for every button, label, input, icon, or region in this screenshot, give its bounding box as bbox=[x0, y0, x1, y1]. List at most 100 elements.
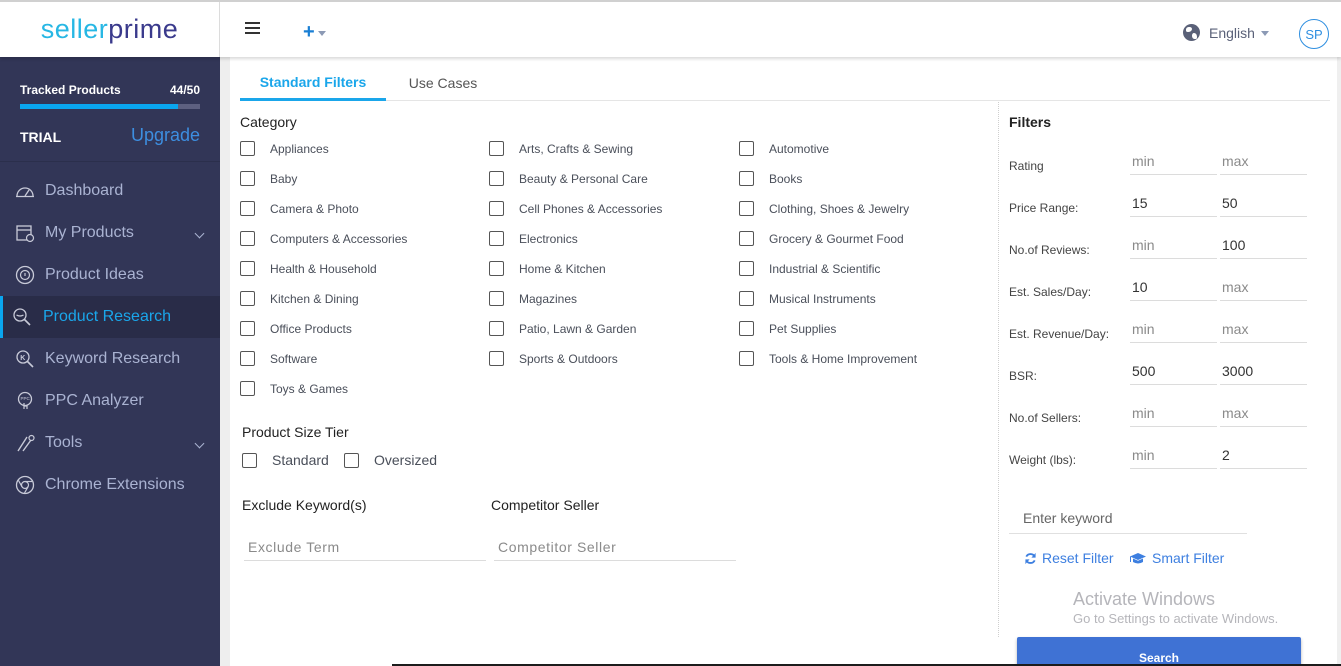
filter-min-input[interactable] bbox=[1130, 357, 1217, 385]
category-checkbox-item[interactable]: Tools & Home Improvement bbox=[739, 351, 917, 366]
filter-max-input[interactable] bbox=[1220, 147, 1307, 175]
sidebar-item-dashboard[interactable]: Dashboard bbox=[0, 170, 220, 212]
category-checkbox-item[interactable]: Pet Supplies bbox=[739, 321, 836, 336]
category-checkbox-item[interactable]: Industrial & Scientific bbox=[739, 261, 880, 276]
checkbox[interactable] bbox=[240, 321, 255, 336]
scrollbar[interactable] bbox=[1337, 57, 1341, 666]
filter-min-input[interactable] bbox=[1130, 189, 1217, 217]
tab-standard-filters[interactable]: Standard Filters bbox=[240, 65, 386, 101]
speedometer-icon bbox=[15, 181, 35, 201]
reset-filter-button[interactable]: Reset Filter bbox=[1024, 550, 1114, 566]
category-checkbox-item[interactable]: Clothing, Shoes & Jewelry bbox=[739, 201, 909, 216]
checkbox[interactable] bbox=[344, 452, 359, 468]
checkbox[interactable] bbox=[240, 141, 255, 156]
checkbox[interactable] bbox=[739, 291, 754, 306]
checkbox[interactable] bbox=[739, 351, 754, 366]
size-tier-oversized[interactable]: Oversized bbox=[344, 452, 437, 468]
checkbox[interactable] bbox=[739, 141, 754, 156]
checkbox[interactable] bbox=[739, 201, 754, 216]
sidebar-item-label: My Products bbox=[45, 224, 134, 241]
checkbox[interactable] bbox=[489, 171, 504, 186]
category-checkbox-item[interactable]: Electronics bbox=[489, 231, 578, 246]
category-checkbox-item[interactable]: Appliances bbox=[240, 141, 329, 156]
tab-use-cases[interactable]: Use Cases bbox=[400, 65, 486, 101]
checkbox[interactable] bbox=[240, 291, 255, 306]
checkbox[interactable] bbox=[240, 381, 255, 396]
category-checkbox-item[interactable]: Patio, Lawn & Garden bbox=[489, 321, 636, 336]
filter-max-input[interactable] bbox=[1220, 189, 1307, 217]
category-checkbox-item[interactable]: Sports & Outdoors bbox=[489, 351, 618, 366]
filter-max-input[interactable] bbox=[1220, 357, 1307, 385]
filter-max-input[interactable] bbox=[1220, 441, 1307, 469]
category-checkbox-item[interactable]: Musical Instruments bbox=[739, 291, 876, 306]
language-selector[interactable]: English bbox=[1183, 24, 1269, 41]
checkbox[interactable] bbox=[240, 351, 255, 366]
sidebar: Tracked Products 44/50 TRIAL Upgrade Das… bbox=[0, 57, 220, 666]
hamburger-icon[interactable] bbox=[245, 22, 260, 34]
competitor-seller-input[interactable] bbox=[494, 533, 736, 561]
category-checkbox-item[interactable]: Office Products bbox=[240, 321, 352, 336]
add-menu-button[interactable]: + bbox=[303, 22, 326, 42]
filter-max-input[interactable] bbox=[1220, 273, 1307, 301]
checkbox-label: Patio, Lawn & Garden bbox=[519, 321, 637, 336]
category-checkbox-item[interactable]: Arts, Crafts & Sewing bbox=[489, 141, 633, 156]
filter-label: Price Range: bbox=[1009, 201, 1079, 215]
filter-min-input[interactable] bbox=[1130, 273, 1217, 301]
checkbox[interactable] bbox=[489, 201, 504, 216]
filter-min-input[interactable] bbox=[1130, 441, 1217, 469]
checkbox[interactable] bbox=[489, 351, 504, 366]
sidebar-item-my-products[interactable]: My Products bbox=[0, 212, 220, 254]
category-checkbox-item[interactable]: Home & Kitchen bbox=[489, 261, 606, 276]
sidebar-item-tools[interactable]: Tools bbox=[0, 422, 220, 464]
checkbox[interactable] bbox=[489, 231, 504, 246]
keyword-input[interactable] bbox=[1009, 502, 1247, 534]
filter-min-input[interactable] bbox=[1130, 147, 1217, 175]
sidebar-item-product-ideas[interactable]: Product Ideas bbox=[0, 254, 220, 296]
checkbox[interactable] bbox=[739, 321, 754, 336]
category-checkbox-item[interactable]: Camera & Photo bbox=[240, 201, 359, 216]
checkbox[interactable] bbox=[739, 171, 754, 186]
size-tier-standard[interactable]: Standard bbox=[242, 452, 329, 468]
filter-min-input[interactable] bbox=[1130, 399, 1217, 427]
language-label: English bbox=[1209, 24, 1255, 41]
upgrade-link[interactable]: Upgrade bbox=[131, 125, 200, 146]
checkbox[interactable] bbox=[489, 141, 504, 156]
logo[interactable]: sellerprime bbox=[0, 2, 220, 57]
filter-max-input[interactable] bbox=[1220, 315, 1307, 343]
search-button[interactable]: Search bbox=[1017, 637, 1301, 666]
category-checkbox-item[interactable]: Beauty & Personal Care bbox=[489, 171, 648, 186]
filter-max-input[interactable] bbox=[1220, 231, 1307, 259]
checkbox[interactable] bbox=[240, 261, 255, 276]
checkbox[interactable] bbox=[739, 261, 754, 276]
category-checkbox-item[interactable]: Computers & Accessories bbox=[240, 231, 407, 246]
sidebar-item-ppc-analyzer[interactable]: PPC PPC Analyzer bbox=[0, 380, 220, 422]
checkbox[interactable] bbox=[489, 261, 504, 276]
category-checkbox-item[interactable]: Health & Household bbox=[240, 261, 377, 276]
sidebar-item-keyword-research[interactable]: K Keyword Research bbox=[0, 338, 220, 380]
checkbox[interactable] bbox=[240, 201, 255, 216]
avatar[interactable]: SP bbox=[1299, 19, 1329, 49]
category-checkbox-item[interactable]: Magazines bbox=[489, 291, 577, 306]
filter-min-input[interactable] bbox=[1130, 315, 1217, 343]
checkbox-label: Appliances bbox=[270, 141, 329, 156]
category-checkbox-item[interactable]: Books bbox=[739, 171, 802, 186]
sidebar-item-product-research[interactable]: Product Research bbox=[0, 296, 220, 338]
category-checkbox-item[interactable]: Toys & Games bbox=[240, 381, 348, 396]
exclude-term-input[interactable] bbox=[244, 533, 486, 561]
category-checkbox-item[interactable]: Grocery & Gourmet Food bbox=[739, 231, 904, 246]
checkbox[interactable] bbox=[739, 231, 754, 246]
category-checkbox-item[interactable]: Automotive bbox=[739, 141, 829, 156]
checkbox[interactable] bbox=[240, 171, 255, 186]
filter-min-input[interactable] bbox=[1130, 231, 1217, 259]
filter-max-input[interactable] bbox=[1220, 399, 1307, 427]
category-checkbox-item[interactable]: Cell Phones & Accessories bbox=[489, 201, 662, 216]
checkbox[interactable] bbox=[489, 321, 504, 336]
smart-filter-button[interactable]: Smart Filter bbox=[1129, 550, 1224, 566]
sidebar-item-chrome-extensions[interactable]: Chrome Extensions bbox=[0, 464, 220, 506]
checkbox[interactable] bbox=[240, 231, 255, 246]
category-checkbox-item[interactable]: Kitchen & Dining bbox=[240, 291, 359, 306]
checkbox[interactable] bbox=[242, 452, 257, 468]
category-checkbox-item[interactable]: Baby bbox=[240, 171, 297, 186]
checkbox[interactable] bbox=[489, 291, 504, 306]
category-checkbox-item[interactable]: Software bbox=[240, 351, 317, 366]
